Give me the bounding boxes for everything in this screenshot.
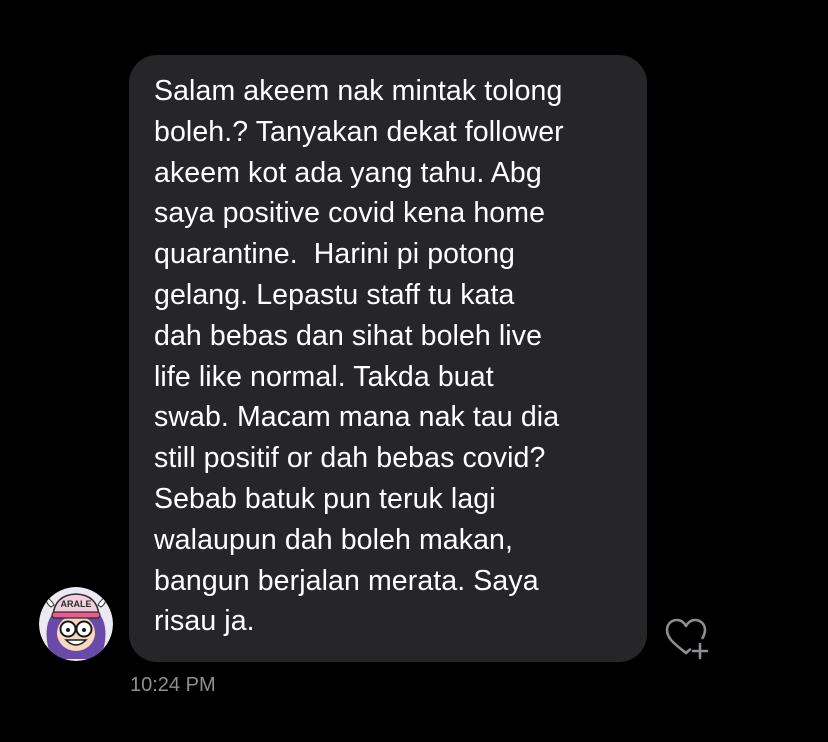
message-line: swab. Macam mana nak tau dia (154, 401, 560, 434)
message-line: risau ja. (154, 605, 255, 638)
message-line: bangun berjalan merata. Saya (154, 564, 539, 597)
message-line: saya positive covid kena home (154, 197, 546, 230)
heart-add-icon (665, 618, 709, 660)
message-line: quarantine. Harini pi potong (154, 238, 515, 271)
message-line: boleh.? Tanyakan dekat follower (154, 115, 564, 148)
message-line: akeem kot ada yang tahu. Abg (154, 156, 542, 189)
avatar-cartoon-girl-icon: ARALE (39, 587, 113, 661)
message-timestamp: 10:24 PM (130, 674, 216, 696)
sender-avatar[interactable]: ARALE (39, 587, 113, 661)
message-line: still positif or dah bebas covid? (154, 442, 546, 475)
svg-text:ARALE: ARALE (61, 599, 92, 609)
message-line: Sebab batuk pun teruk lagi (154, 482, 496, 515)
message-line: Salam akeem nak mintak tolong (154, 75, 563, 107)
message-line: walaupun dah boleh makan, (154, 523, 514, 556)
message-line: dah bebas dan sihat boleh live (154, 319, 543, 352)
dm-conversation-view: Salam akeem nak mintak tolong boleh.? Ta… (0, 0, 828, 742)
react-heart-button[interactable] (664, 617, 712, 661)
message-bubble[interactable]: Salam akeem nak mintak tolong boleh.? Ta… (129, 55, 647, 662)
message-line: gelang. Lepastu staff tu kata (154, 278, 515, 311)
message-line: life like normal. Takda buat (154, 360, 494, 393)
